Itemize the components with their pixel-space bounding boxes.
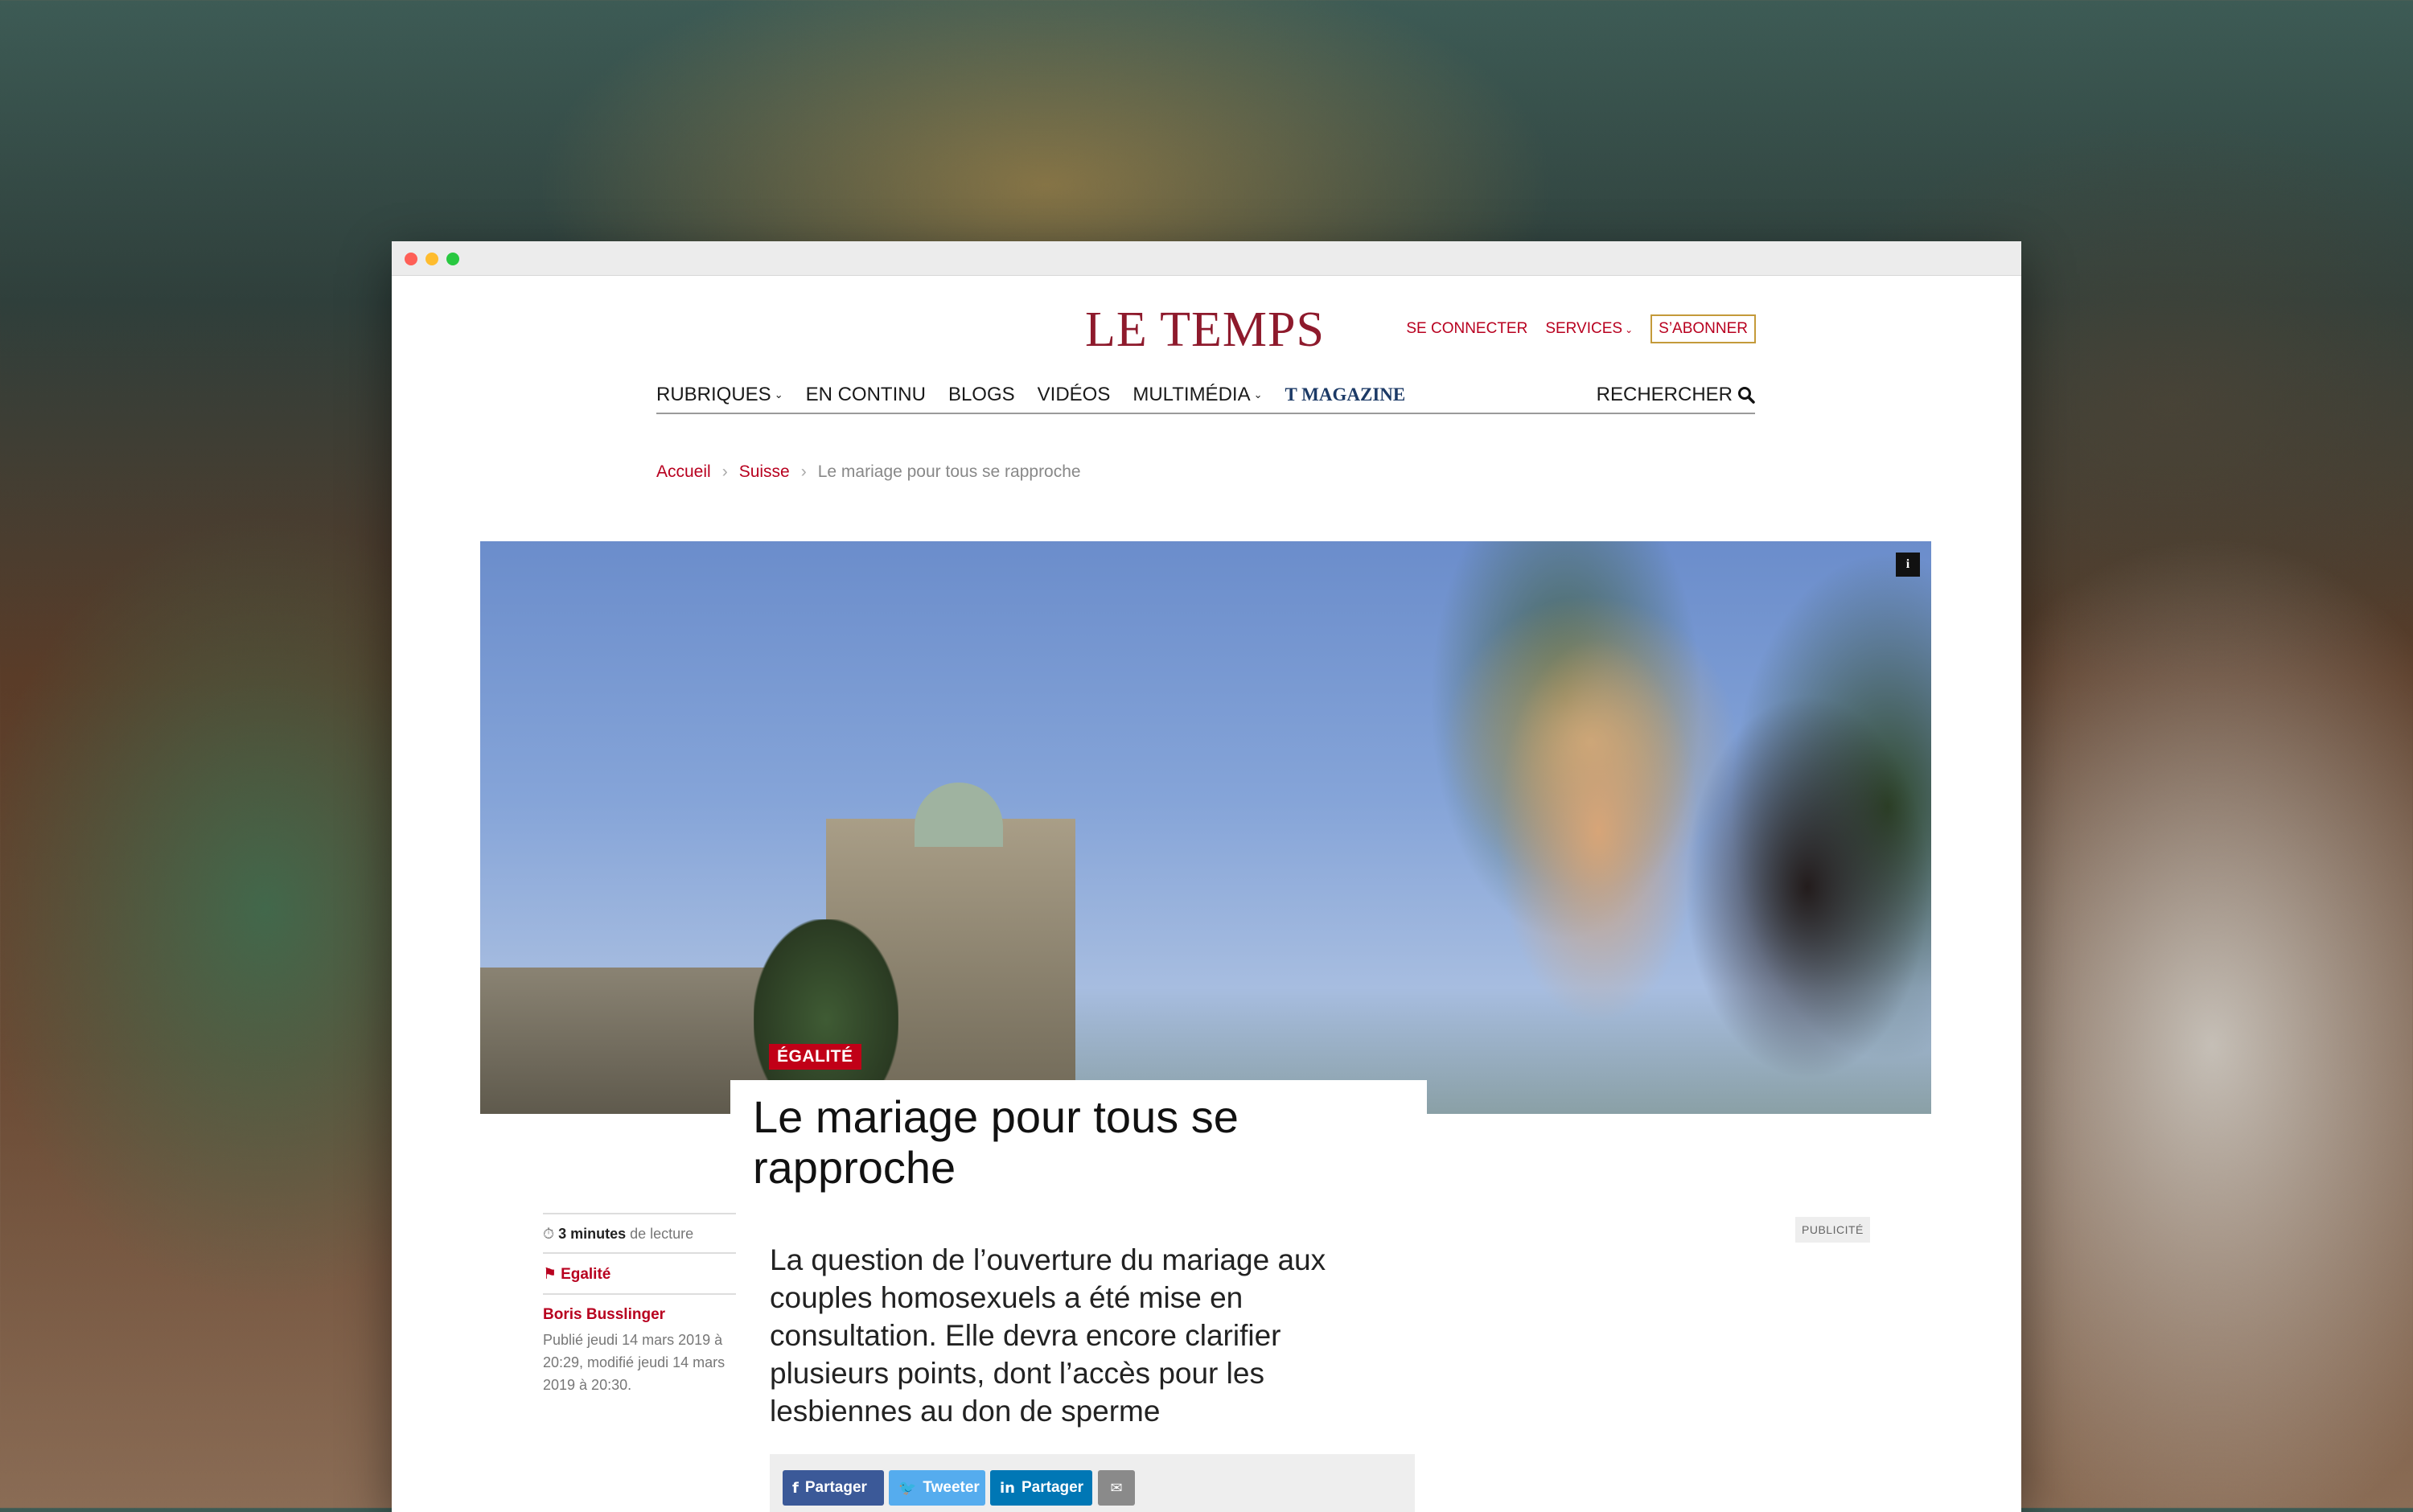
article-title: Le mariage pour tous se rapproche	[753, 1091, 1239, 1193]
reading-time-suffix: de lecture	[630, 1226, 694, 1242]
services-menu[interactable]: SERVICES ⌄	[1545, 320, 1633, 338]
linkedin-icon: in	[1000, 1479, 1015, 1497]
hero-image: i	[480, 541, 1931, 1114]
breadcrumb-current: Le mariage pour tous se rapproche	[817, 462, 1081, 481]
breadcrumb-separator-icon: ›	[800, 462, 807, 481]
nav-rubriques-label: RUBRIQUES	[656, 384, 771, 405]
share-twitter-button[interactable]: 🐦 Tweeter	[889, 1470, 985, 1506]
breadcrumb-separator-icon: ›	[721, 462, 728, 481]
nav-videos[interactable]: VIDÉOS	[1038, 384, 1111, 406]
article-tag[interactable]: ⚑ Egalité	[543, 1252, 736, 1293]
article-lead: La question de l’ouverture du mariage au…	[770, 1243, 1326, 1428]
main-navigation: RUBRIQUES ⌄ EN CONTINU BLOGS VIDÉOS MULTI…	[656, 377, 1755, 414]
browser-titlebar	[392, 241, 2021, 276]
login-link[interactable]: SE CONNECTER	[1406, 320, 1527, 338]
article-title-box: Le mariage pour tous se rapproche	[730, 1080, 1427, 1201]
tag-label: Egalité	[561, 1266, 611, 1283]
article-meta-sidebar: ⏱ 3 minutes de lecture ⚑ Egalité Boris B…	[543, 1213, 736, 1406]
share-twitter-label: Tweeter	[923, 1479, 980, 1496]
search-button[interactable]: RECHERCHER	[1597, 377, 1755, 413]
reading-time-value: 3 minutes	[558, 1226, 627, 1242]
site-logo[interactable]: LE TEMPS	[1085, 302, 1325, 359]
nav-multimedia-label: MULTIMÉDIA	[1133, 384, 1251, 405]
publication-date: Publié jeudi 14 mars 2019 à 20:29, modif…	[543, 1332, 726, 1393]
chevron-down-icon: ⌄	[774, 388, 783, 401]
search-label: RECHERCHER	[1596, 384, 1733, 405]
nav-rubriques[interactable]: RUBRIQUES ⌄	[656, 384, 783, 406]
top-navigation: SE CONNECTER SERVICES ⌄ S’ABONNER	[1406, 314, 1756, 343]
nav-blogs[interactable]: BLOGS	[948, 384, 1015, 406]
nav-multimedia[interactable]: MULTIMÉDIA ⌄	[1133, 384, 1262, 406]
share-bar: f Partager 🐦 Tweeter in Partager ✉	[770, 1454, 1415, 1512]
envelope-icon: ✉	[1110, 1479, 1123, 1497]
share-facebook-button[interactable]: f Partager	[783, 1470, 884, 1506]
share-email-button[interactable]: ✉	[1098, 1470, 1135, 1506]
chevron-down-icon: ⌄	[1625, 324, 1634, 335]
nav-en-continu[interactable]: EN CONTINU	[806, 384, 926, 406]
chevron-down-icon: ⌄	[1253, 388, 1263, 401]
share-facebook-label: Partager	[804, 1479, 867, 1496]
stopwatch-icon: ⏱	[543, 1226, 555, 1243]
breadcrumb-home[interactable]: Accueil	[656, 462, 711, 482]
services-label: SERVICES	[1545, 320, 1623, 337]
share-linkedin-label: Partager	[1021, 1479, 1084, 1496]
reading-time: ⏱ 3 minutes de lecture	[543, 1213, 736, 1252]
author-block: Boris Busslinger Publié jeudi 14 mars 20…	[543, 1293, 736, 1406]
page-content: LE TEMPS SE CONNECTER SERVICES ⌄ S’ABONNE…	[392, 276, 2021, 1512]
browser-window: LE TEMPS SE CONNECTER SERVICES ⌄ S’ABONNE…	[392, 241, 2021, 1512]
maximize-window-button[interactable]	[446, 253, 459, 265]
hero-dome	[915, 783, 1003, 847]
subscribe-button[interactable]: S’ABONNER	[1650, 314, 1756, 343]
minimize-window-button[interactable]	[425, 253, 438, 265]
breadcrumb: Accueil › Suisse › Le mariage pour tous …	[656, 462, 1081, 482]
share-linkedin-button[interactable]: in Partager	[990, 1470, 1092, 1506]
breadcrumb-section[interactable]: Suisse	[739, 462, 790, 482]
image-info-button[interactable]: i	[1896, 553, 1920, 577]
tag-icon: ⚑	[543, 1265, 557, 1283]
nav-t-magazine[interactable]: T MAGAZINE	[1285, 384, 1405, 405]
twitter-icon: 🐦	[898, 1479, 917, 1497]
facebook-icon: f	[792, 1479, 799, 1497]
category-badge[interactable]: ÉGALITÉ	[769, 1044, 861, 1070]
author-name[interactable]: Boris Busslinger	[543, 1306, 736, 1324]
advertisement-label: PUBLICITÉ	[1795, 1217, 1870, 1243]
search-icon	[1738, 387, 1755, 404]
close-window-button[interactable]	[405, 253, 417, 265]
